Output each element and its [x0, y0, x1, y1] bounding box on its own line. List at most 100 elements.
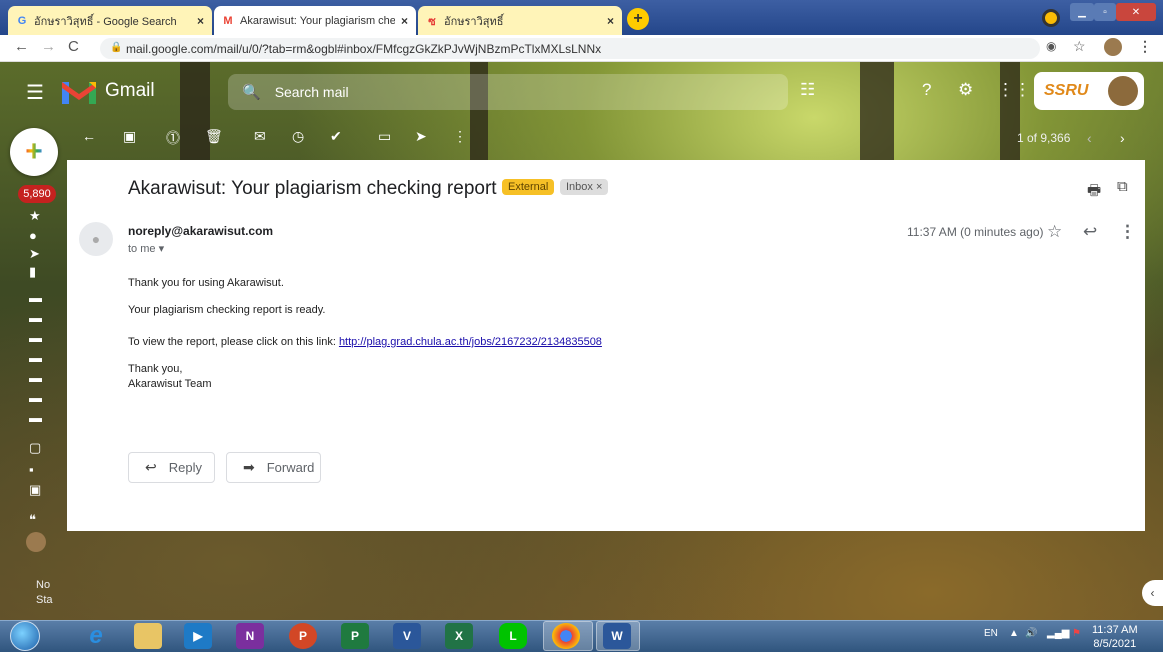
print-icon[interactable]: 🖶: [1087, 180, 1101, 205]
label-icon[interactable]: ▬: [29, 290, 42, 305]
reply-button[interactable]: ↩ Reply: [128, 452, 215, 483]
main-menu-icon[interactable]: ☰: [26, 80, 44, 105]
volume-icon[interactable]: 🔊: [1025, 628, 1037, 639]
labels-icon[interactable]: ➤: [415, 128, 427, 145]
help-icon[interactable]: ?: [922, 80, 931, 100]
input-language[interactable]: EN: [984, 628, 998, 639]
more-options-icon[interactable]: ⋮: [1119, 222, 1136, 242]
start-button[interactable]: [10, 621, 40, 651]
meet-icon[interactable]: ▢: [29, 440, 41, 456]
chrome-icon[interactable]: [552, 623, 580, 649]
word-icon[interactable]: W: [603, 623, 631, 649]
reply-icon[interactable]: ↩: [1083, 222, 1097, 242]
apps-grid-icon[interactable]: ⋮⋮: [997, 80, 1031, 100]
browser-tab-gmail[interactable]: M Akarawisut: Your plagiarism chec ×: [214, 6, 416, 35]
archive-icon[interactable]: ▣: [123, 128, 136, 145]
label-icon[interactable]: ▬: [29, 370, 42, 385]
delete-icon[interactable]: 🗑: [205, 128, 223, 145]
browser-tab-akarawisut[interactable]: ซ อักษราวิสุทธิ์ ×: [418, 6, 622, 35]
powerpoint-icon[interactable]: P: [289, 623, 317, 649]
system-clock[interactable]: 11:37 AM 8/5/2021: [1092, 623, 1138, 651]
label-icon[interactable]: ▬: [29, 330, 42, 345]
open-in-new-window-icon[interactable]: ⧉: [1117, 178, 1128, 195]
tray-expand-icon[interactable]: ▲: [1009, 628, 1019, 639]
profile-avatar[interactable]: [1104, 38, 1122, 56]
star-icon[interactable]: ☆: [1047, 222, 1062, 242]
sent-icon[interactable]: ➤: [29, 246, 40, 262]
status-text: No: [36, 579, 51, 591]
bookmark-star-icon[interactable]: ☆: [1073, 38, 1086, 55]
gmail-logo-icon[interactable]: [62, 80, 96, 104]
account-badge[interactable]: SSRU: [1034, 72, 1144, 110]
project-icon[interactable]: P: [341, 623, 369, 649]
recipient-details[interactable]: to me ▾: [128, 242, 164, 255]
browser-tab-google-search[interactable]: G อักษราวิสุทธิ์ - Google Search ×: [8, 6, 212, 35]
sender-email[interactable]: noreply@akarawisut.com: [128, 224, 273, 238]
network-signal-icon[interactable]: ▂▄▆: [1047, 628, 1069, 639]
media-player-icon[interactable]: ▶: [184, 623, 212, 649]
label-icon[interactable]: ▬: [29, 310, 42, 325]
ssru-logo: SSRU: [1044, 82, 1089, 99]
report-link[interactable]: http://plag.grad.chula.ac.th/jobs/216723…: [339, 336, 602, 348]
search-mail-input[interactable]: 🔍 Search mail: [228, 74, 788, 110]
new-tab-button[interactable]: +: [627, 8, 649, 30]
visio-icon[interactable]: V: [393, 623, 421, 649]
email-message-card: Akarawisut: Your plagiarism checking rep…: [67, 160, 1145, 531]
maximize-button[interactable]: ▫: [1094, 3, 1116, 21]
move-to-icon[interactable]: ▭: [378, 128, 391, 145]
gmail-icon: M: [223, 14, 233, 27]
search-options-icon[interactable]: ☷: [800, 80, 815, 100]
close-icon[interactable]: ×: [401, 14, 408, 28]
label-icon[interactable]: ▬: [29, 410, 42, 425]
reload-icon[interactable]: C: [68, 38, 79, 55]
more-icon[interactable]: ⋮: [453, 128, 467, 145]
chrome-profile-icon[interactable]: [1042, 9, 1060, 27]
onenote-icon[interactable]: N: [236, 623, 264, 649]
back-arrow-icon[interactable]: ←: [14, 38, 29, 55]
hangouts-avatar[interactable]: [26, 532, 46, 552]
add-to-tasks-icon[interactable]: ✔: [330, 128, 342, 145]
label-icon[interactable]: ▬: [29, 350, 42, 365]
tab-title: Akarawisut: Your plagiarism chec: [240, 14, 395, 27]
calendar-icon[interactable]: ▣: [29, 482, 41, 498]
forward-button[interactable]: ➡ Forward: [226, 452, 321, 483]
snoozed-icon[interactable]: ●: [29, 228, 37, 243]
snooze-icon[interactable]: ◷: [292, 128, 304, 145]
external-label: External: [502, 179, 555, 195]
label-icon[interactable]: ▬: [29, 390, 42, 405]
close-window-button[interactable]: ✕: [1116, 3, 1156, 21]
action-center-flag-icon[interactable]: ⚑: [1072, 628, 1081, 639]
internet-explorer-icon[interactable]: e: [82, 622, 110, 649]
inbox-label-chip[interactable]: Inbox ×: [560, 179, 609, 195]
line-app-icon[interactable]: L: [499, 623, 527, 649]
plus-icon: +: [25, 135, 43, 168]
mark-unread-icon[interactable]: ✉: [254, 128, 266, 145]
close-icon[interactable]: ×: [607, 14, 614, 28]
excel-icon[interactable]: X: [445, 623, 473, 649]
settings-gear-icon[interactable]: ⚙: [958, 80, 973, 100]
google-icon: G: [17, 14, 27, 27]
account-avatar[interactable]: [1108, 76, 1138, 106]
newer-icon[interactable]: ‹: [1087, 130, 1092, 146]
hangouts-icon[interactable]: ❝: [29, 512, 36, 528]
clock-date: 8/5/2021: [1093, 638, 1137, 650]
file-explorer-icon[interactable]: [134, 623, 162, 649]
forward-label: Forward: [266, 460, 315, 475]
show-side-panel-icon[interactable]: ‹: [1142, 580, 1163, 606]
close-icon[interactable]: ×: [197, 14, 204, 28]
forward-arrow-icon[interactable]: →: [41, 38, 56, 55]
search-placeholder: Search mail: [274, 84, 349, 100]
compose-button[interactable]: +: [10, 128, 58, 176]
starred-icon[interactable]: ★: [29, 208, 41, 224]
browser-menu-icon[interactable]: ⋮: [1138, 38, 1152, 55]
search-icon[interactable]: 🔍: [242, 83, 261, 101]
unread-count-badge[interactable]: 5,890: [18, 185, 56, 203]
back-to-inbox-icon[interactable]: ←: [82, 128, 96, 144]
extension-icon[interactable]: ◉: [1046, 39, 1056, 53]
drafts-icon[interactable]: ▮: [29, 264, 36, 280]
older-icon[interactable]: ›: [1120, 130, 1125, 146]
minimize-button[interactable]: ▁: [1070, 3, 1094, 21]
report-spam-icon[interactable]: ⓵: [166, 128, 180, 148]
meet-video-icon[interactable]: ▪: [29, 462, 34, 477]
url-omnibox[interactable]: 🔒 mail.google.com/mail/u/0/?tab=rm&ogbl#…: [100, 38, 1040, 59]
